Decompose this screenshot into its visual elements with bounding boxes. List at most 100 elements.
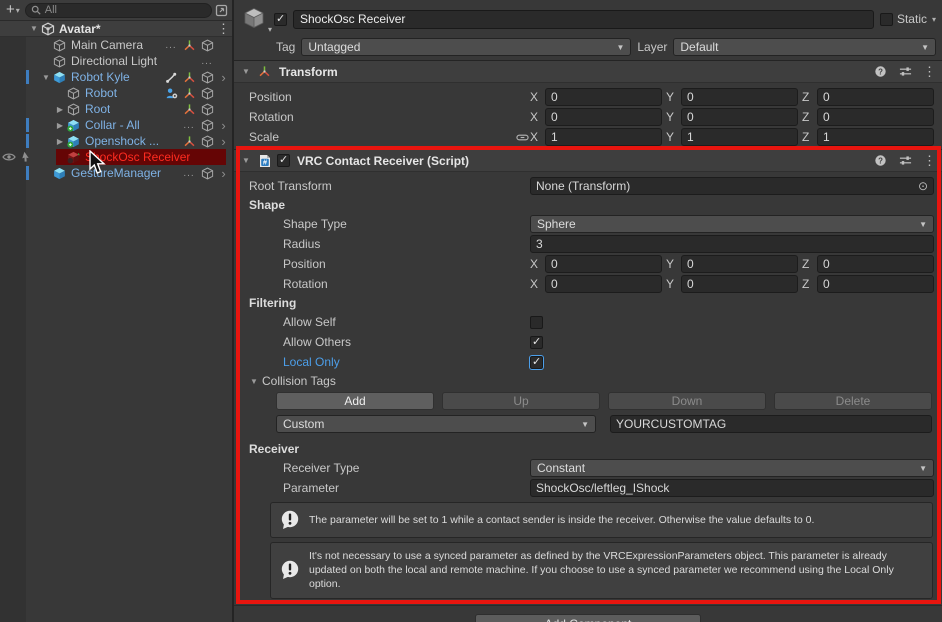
hierarchy-row[interactable]: Main Camera... bbox=[0, 37, 232, 53]
transform-header[interactable]: ▼ Transform ? ⋮ bbox=[234, 60, 942, 83]
rotation-x-field[interactable]: 0 bbox=[545, 108, 662, 126]
shape-position-z-field[interactable]: 0 bbox=[817, 255, 934, 273]
parameter-field[interactable]: ShockOsc/leftleg_IShock bbox=[530, 479, 934, 497]
gameobject-cube-icon bbox=[66, 150, 81, 165]
scene-row[interactable]: ▼Avatar*⋮ bbox=[0, 21, 232, 37]
hierarchy-row[interactable]: GestureManager...› bbox=[0, 165, 232, 181]
add-button[interactable]: Add bbox=[276, 392, 434, 410]
kebab-menu-icon[interactable]: ⋮ bbox=[923, 64, 936, 80]
scale-x-field[interactable]: 1 bbox=[545, 128, 662, 146]
add-component-button[interactable]: Add Component bbox=[475, 614, 701, 622]
custom-tag-field[interactable]: YOURCUSTOMTAG bbox=[610, 415, 932, 433]
kebab-menu-icon[interactable]: ⋮ bbox=[923, 153, 936, 169]
preset-icon[interactable] bbox=[898, 153, 913, 168]
mesh-cube-icon[interactable] bbox=[199, 38, 215, 53]
prefab-override-bar bbox=[26, 118, 29, 132]
mesh-cube-icon[interactable] bbox=[199, 102, 215, 117]
mesh-cube-icon[interactable] bbox=[199, 118, 215, 133]
transform-gizmo-icon[interactable] bbox=[181, 86, 197, 101]
transform-gizmo-icon[interactable] bbox=[181, 70, 197, 85]
visibility-eye-icon[interactable] bbox=[2, 152, 16, 162]
gameobject-name: Directional Light bbox=[71, 54, 157, 68]
hierarchy-row[interactable]: Directional Light... bbox=[0, 53, 232, 69]
shape-position-y-field[interactable]: 0 bbox=[681, 255, 798, 273]
gameobject-name: ShockOsc Receiver bbox=[85, 150, 190, 164]
row-chevron-icon[interactable]: › bbox=[217, 119, 230, 132]
row-chevron-icon[interactable]: › bbox=[217, 71, 230, 84]
gameobject-icon[interactable]: ▾ bbox=[242, 6, 268, 32]
layer-dropdown[interactable]: Default ▼ bbox=[673, 38, 936, 56]
create-button[interactable]: + ▾ bbox=[4, 3, 22, 17]
shape-position-x-field[interactable]: 0 bbox=[545, 255, 662, 273]
foldout-arrow-icon: ▼ bbox=[249, 377, 259, 386]
scale-y-field[interactable]: 1 bbox=[681, 128, 798, 146]
delete-button[interactable]: Delete bbox=[774, 392, 932, 410]
link-scale-icon[interactable] bbox=[514, 133, 530, 142]
hierarchy-row[interactable]: ▶Collar - All...› bbox=[0, 117, 232, 133]
scale-row: Scale X1 Y1 Z1 bbox=[234, 127, 938, 147]
help-icon[interactable]: ? bbox=[873, 64, 888, 79]
component-enabled-checkbox[interactable] bbox=[277, 154, 290, 167]
pickability-hand-icon[interactable] bbox=[19, 151, 32, 164]
mesh-cube-icon[interactable] bbox=[199, 86, 215, 101]
foldout-arrow-icon[interactable]: ▶ bbox=[54, 121, 66, 130]
search-input[interactable]: All bbox=[25, 3, 212, 18]
collision-tags-foldout[interactable]: ▼ Collision Tags bbox=[234, 372, 938, 390]
transform-gizmo-icon[interactable] bbox=[181, 38, 197, 53]
shape-rotation-y-field[interactable]: 0 bbox=[681, 275, 798, 293]
local-only-checkbox[interactable] bbox=[530, 356, 543, 369]
root-transform-field[interactable]: None (Transform) ⊙ bbox=[530, 177, 934, 195]
down-button[interactable]: Down bbox=[608, 392, 766, 410]
foldout-arrow-icon[interactable]: ▼ bbox=[240, 67, 252, 76]
active-checkbox[interactable] bbox=[274, 13, 287, 26]
static-checkbox[interactable] bbox=[880, 13, 893, 26]
position-x-field[interactable]: 0 bbox=[545, 88, 662, 106]
help-icon[interactable]: ? bbox=[873, 153, 888, 168]
shape-type-dropdown[interactable]: Sphere ▼ bbox=[530, 215, 934, 233]
rotation-y-field[interactable]: 0 bbox=[681, 108, 798, 126]
hierarchy-row[interactable]: ShockOsc Receiver bbox=[0, 149, 232, 165]
position-y-field[interactable]: 0 bbox=[681, 88, 798, 106]
position-row: Position X0 Y0 Z0 bbox=[234, 87, 938, 107]
foldout-arrow-icon[interactable]: ▼ bbox=[40, 73, 52, 82]
up-button[interactable]: Up bbox=[442, 392, 600, 410]
scale-z-field[interactable]: 1 bbox=[817, 128, 934, 146]
hierarchy-row[interactable]: ▶Openshock ...› bbox=[0, 133, 232, 149]
transform-component: ▼ Transform ? ⋮ Position X0 Y0 Z0 bbox=[234, 60, 942, 149]
rotation-z-field[interactable]: 0 bbox=[817, 108, 934, 126]
foldout-arrow-icon[interactable]: ▼ bbox=[240, 156, 252, 165]
transform-icon bbox=[257, 64, 272, 79]
inspector-panel: ▾ ShockOsc Receiver Static ▾ Tag Untagge… bbox=[234, 0, 942, 622]
mesh-cube-icon[interactable] bbox=[199, 134, 215, 149]
transform-gizmo-icon[interactable] bbox=[181, 102, 197, 117]
foldout-arrow-icon[interactable]: ▶ bbox=[54, 137, 66, 146]
allow-self-checkbox[interactable] bbox=[530, 316, 543, 329]
shape-rotation-x-field[interactable]: 0 bbox=[545, 275, 662, 293]
transform-gizmo-icon[interactable] bbox=[181, 134, 197, 149]
collision-tag-dropdown[interactable]: Custom ▼ bbox=[276, 415, 596, 433]
foldout-arrow-icon[interactable]: ▼ bbox=[28, 24, 40, 33]
kebab-menu-icon[interactable]: ⋮ bbox=[217, 21, 230, 37]
hierarchy-row[interactable]: Robot bbox=[0, 85, 232, 101]
expand-window-icon[interactable] bbox=[215, 4, 228, 17]
vrc-contact-receiver-header[interactable]: ▼ # VRC Contact Receiver (Script) ? ⋮ bbox=[234, 149, 942, 172]
static-dropdown-caret[interactable]: ▾ bbox=[932, 15, 936, 24]
radius-field[interactable]: 3 bbox=[530, 235, 934, 253]
avatar-icon[interactable] bbox=[163, 86, 179, 101]
position-z-field[interactable]: 0 bbox=[817, 88, 934, 106]
gameobject-name-field[interactable]: ShockOsc Receiver bbox=[293, 10, 874, 29]
foldout-arrow-icon[interactable]: ▶ bbox=[54, 105, 66, 114]
preset-icon[interactable] bbox=[898, 64, 913, 79]
tag-dropdown[interactable]: Untagged ▼ bbox=[301, 38, 631, 56]
bone-icon[interactable] bbox=[163, 70, 179, 85]
row-chevron-icon[interactable]: › bbox=[217, 135, 230, 148]
object-picker-icon[interactable]: ⊙ bbox=[918, 179, 928, 193]
row-chevron-icon[interactable]: › bbox=[217, 167, 230, 180]
hierarchy-row[interactable]: ▶Root bbox=[0, 101, 232, 117]
mesh-cube-icon[interactable] bbox=[199, 166, 215, 181]
hierarchy-row[interactable]: ▼Robot Kyle› bbox=[0, 69, 232, 85]
receiver-type-dropdown[interactable]: Constant ▼ bbox=[530, 459, 934, 477]
allow-others-checkbox[interactable] bbox=[530, 336, 543, 349]
mesh-cube-icon[interactable] bbox=[199, 70, 215, 85]
shape-rotation-z-field[interactable]: 0 bbox=[817, 275, 934, 293]
